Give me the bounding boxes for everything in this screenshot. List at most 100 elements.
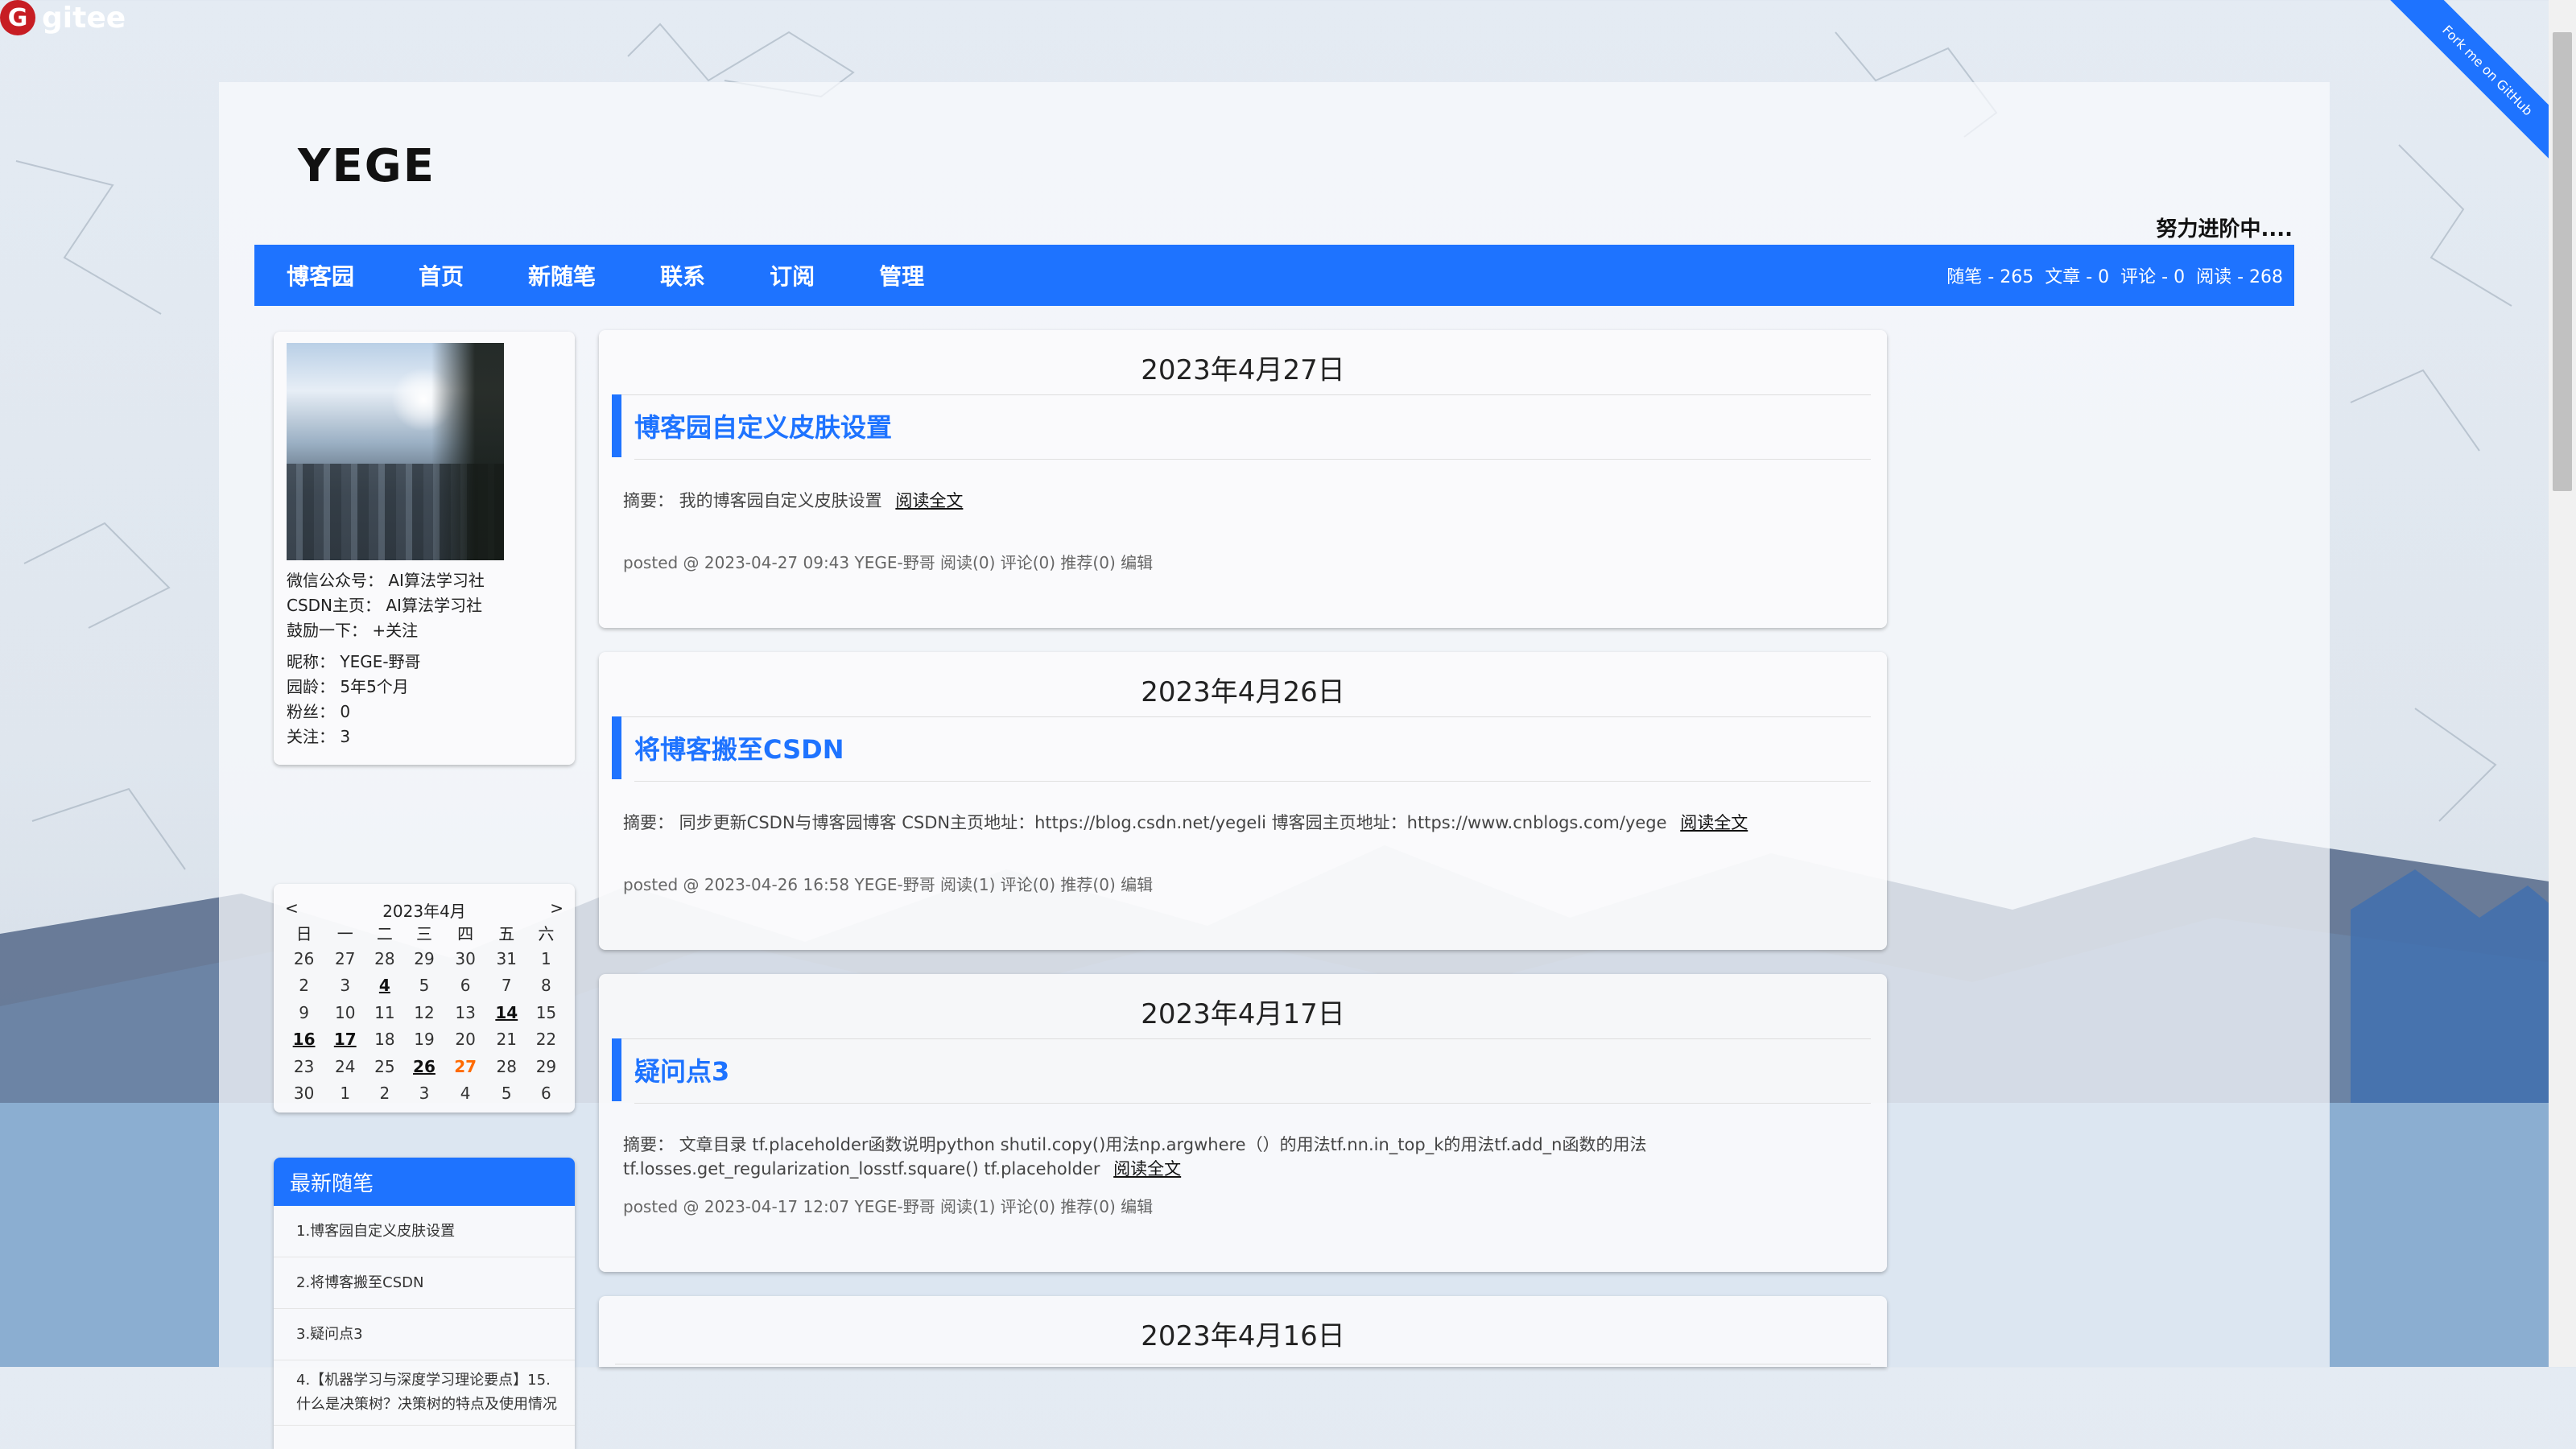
- calendar-weekday: 日: [295, 923, 312, 943]
- profile-follow[interactable]: 鼓励一下： +关注: [287, 618, 485, 643]
- calendar-day: 21: [496, 1030, 517, 1050]
- nav-new-post[interactable]: 新随笔: [528, 259, 596, 291]
- calendar-day[interactable]: 16: [283, 1026, 324, 1054]
- calendar-day: 24: [335, 1056, 356, 1076]
- calendar-day: 2: [379, 1084, 390, 1104]
- nav-contact[interactable]: 联系: [660, 259, 705, 291]
- post-title-accent: [612, 1038, 621, 1101]
- nav-home[interactable]: 首页: [419, 259, 464, 291]
- post-card: 2023年4月26日 将博客搬至CSDN 摘要： 同步更新CSDN与博客园博客 …: [599, 652, 1887, 950]
- gitee-badge[interactable]: G gitee: [0, 0, 126, 35]
- read-more-link[interactable]: 阅读全文: [895, 491, 963, 510]
- post-title-link[interactable]: 博客园自定义皮肤设置: [634, 407, 892, 444]
- calendar-day: 26: [293, 948, 315, 968]
- recent-posts-panel: 最新随笔 1.博客园自定义皮肤设置 2.将博客搬至CSDN 3.疑问点3 4.【…: [274, 1158, 575, 1449]
- profile-panel: 微信公众号： AI算法学习社 CSDN主页： AI算法学习社 鼓励一下： +关注…: [274, 332, 575, 765]
- recent-post-item[interactable]: 1.博客园自定义皮肤设置: [274, 1206, 575, 1257]
- gitee-logo-icon: G: [0, 0, 35, 35]
- calendar-weekday: 二: [376, 923, 393, 943]
- post-title-accent: [612, 394, 621, 457]
- stat-comments: 评论 - 0: [2120, 267, 2186, 287]
- calendar-week: 26 27 28 29 30 31 1: [283, 945, 565, 972]
- calendar-day: 9: [299, 1002, 309, 1022]
- profile-info: 微信公众号： AI算法学习社 CSDN主页： AI算法学习社 鼓励一下： +关注…: [287, 568, 485, 749]
- profile-nickname[interactable]: 昵称： YEGE-野哥: [287, 650, 485, 675]
- nav-cnblogs[interactable]: 博客园: [287, 259, 354, 291]
- post-date: 2023年4月17日: [1141, 998, 1345, 1030]
- post-title-accent: [612, 716, 621, 779]
- profile-fans[interactable]: 粉丝： 0: [287, 700, 485, 724]
- recent-post-item[interactable]: 2.将博客搬至CSDN: [274, 1257, 575, 1309]
- calendar-day[interactable]: 14: [486, 999, 527, 1026]
- read-more-link[interactable]: 阅读全文: [1680, 813, 1748, 832]
- stat-articles: 文章 - 0: [2045, 267, 2110, 287]
- post-summary: 摘要： 同步更新CSDN与博客园博客 CSDN主页地址：https://blog…: [623, 810, 1748, 834]
- gitee-label: gitee: [42, 1, 126, 35]
- calendar-week: 16 17 18 19 20 21 22: [283, 1026, 565, 1054]
- calendar-day: 2: [299, 976, 309, 996]
- calendar-day: 8: [541, 976, 551, 996]
- calendar-prev-button[interactable]: <: [285, 898, 299, 922]
- calendar-day: 3: [419, 1084, 430, 1104]
- calendar-day: 30: [455, 948, 476, 968]
- calendar-day[interactable]: 4: [365, 972, 403, 1000]
- read-more-link[interactable]: 阅读全文: [1113, 1159, 1181, 1179]
- calendar-today: 27: [454, 1056, 477, 1076]
- calendar-day: 6: [541, 1084, 551, 1104]
- calendar-next-button[interactable]: >: [550, 898, 564, 922]
- post-summary-text: 摘要： 同步更新CSDN与博客园博客 CSDN主页地址：https://blog…: [623, 813, 1667, 832]
- calendar-grid: 日一二三四五六 26 27 28 29 30 31 1 2 3 4 5 6 7 8 9 10 11 12 13 14 1…: [283, 919, 565, 1107]
- calendar-weekday: 五: [498, 923, 515, 943]
- recent-posts-title: 最新随笔: [274, 1158, 575, 1206]
- blog-container: YEGE 努力进阶中.... 博客园 首页 新随笔 联系 订阅 管理 随笔 - …: [219, 82, 2330, 1449]
- nav-subscribe[interactable]: 订阅: [770, 259, 815, 291]
- profile-following[interactable]: 关注： 3: [287, 724, 485, 749]
- calendar-weekday: 六: [538, 923, 555, 943]
- calendar-week: 2 345 6 7 8: [283, 972, 565, 1000]
- github-ribbon[interactable]: Fork me on GitHub: [2334, 0, 2576, 242]
- avatar-tree: [431, 343, 504, 560]
- post-summary: 摘要： 我的博客园自定义皮肤设置 阅读全文: [623, 488, 963, 512]
- calendar-day: 12: [414, 1002, 435, 1022]
- post-meta: posted @ 2023-04-17 12:07 YEGE-野哥 阅读(1) …: [623, 1197, 1154, 1216]
- post-card: 2023年4月27日 博客园自定义皮肤设置 摘要： 我的博客园自定义皮肤设置 阅…: [599, 330, 1887, 628]
- post-summary-text: 摘要： 我的博客园自定义皮肤设置: [623, 491, 882, 510]
- page-scrollbar[interactable]: [2549, 0, 2576, 1367]
- calendar-day: 3: [340, 976, 351, 996]
- calendar-weekday: 三: [415, 923, 432, 943]
- recent-post-item[interactable]: 4.【机器学习与深度学习理论要点】15. 什么是决策树？决策树的特点及使用情况: [274, 1360, 575, 1426]
- calendar-header: < 2023年4月 >: [285, 898, 564, 922]
- calendar-panel: < 2023年4月 > 日一二三四五六 26 27 28 29 30 31 1 2 3 4 5 6 7 8…: [274, 884, 575, 1113]
- post-card: 2023年4月17日 疑问点3 摘要： 文章目录 tf.placeholder函…: [599, 974, 1887, 1272]
- calendar-day: 30: [293, 1084, 315, 1104]
- scrollbar-thumb[interactable]: [2553, 32, 2572, 491]
- post-title-link[interactable]: 疑问点3: [634, 1051, 729, 1088]
- calendar-day[interactable]: 17: [324, 1026, 365, 1054]
- calendar-title: 2023年4月: [382, 902, 466, 921]
- post-date: 2023年4月27日: [1141, 354, 1345, 386]
- calendar-day: 29: [414, 948, 435, 968]
- site-subtitle: 努力进阶中....: [2156, 217, 2293, 242]
- calendar-day: 18: [374, 1030, 395, 1050]
- calendar-day: 20: [455, 1030, 476, 1050]
- site-title[interactable]: YEGE: [298, 140, 436, 192]
- recent-post-item[interactable]: 3.疑问点3: [274, 1309, 575, 1360]
- calendar-day: 22: [535, 1030, 557, 1050]
- nav-manage[interactable]: 管理: [879, 259, 924, 291]
- calendar-day: 25: [374, 1056, 395, 1076]
- post-date: 2023年4月26日: [1141, 676, 1345, 708]
- post-title-link[interactable]: 将博客搬至CSDN: [634, 729, 844, 766]
- calendar-day: 19: [414, 1030, 435, 1050]
- calendar-day: 28: [496, 1056, 517, 1076]
- calendar-week: 9 10 11 12 13 14 15: [283, 999, 565, 1026]
- calendar-week: 23 24 25 26 27 28 29: [283, 1053, 565, 1080]
- post-summary: 摘要： 文章目录 tf.placeholder函数说明python shutil…: [623, 1132, 1887, 1180]
- post-meta: posted @ 2023-04-26 16:58 YEGE-野哥 阅读(1) …: [623, 875, 1154, 894]
- blog-stats: 随笔 - 265 文章 - 0 评论 - 0 阅读 - 268: [1935, 245, 2283, 306]
- github-ribbon-label: Fork me on GitHub: [2366, 0, 2576, 192]
- stat-reads: 阅读 - 268: [2196, 267, 2283, 287]
- post-divider: [615, 394, 1871, 395]
- calendar-day[interactable]: 26: [403, 1053, 444, 1080]
- avatar[interactable]: [287, 343, 504, 560]
- post-divider: [615, 716, 1871, 717]
